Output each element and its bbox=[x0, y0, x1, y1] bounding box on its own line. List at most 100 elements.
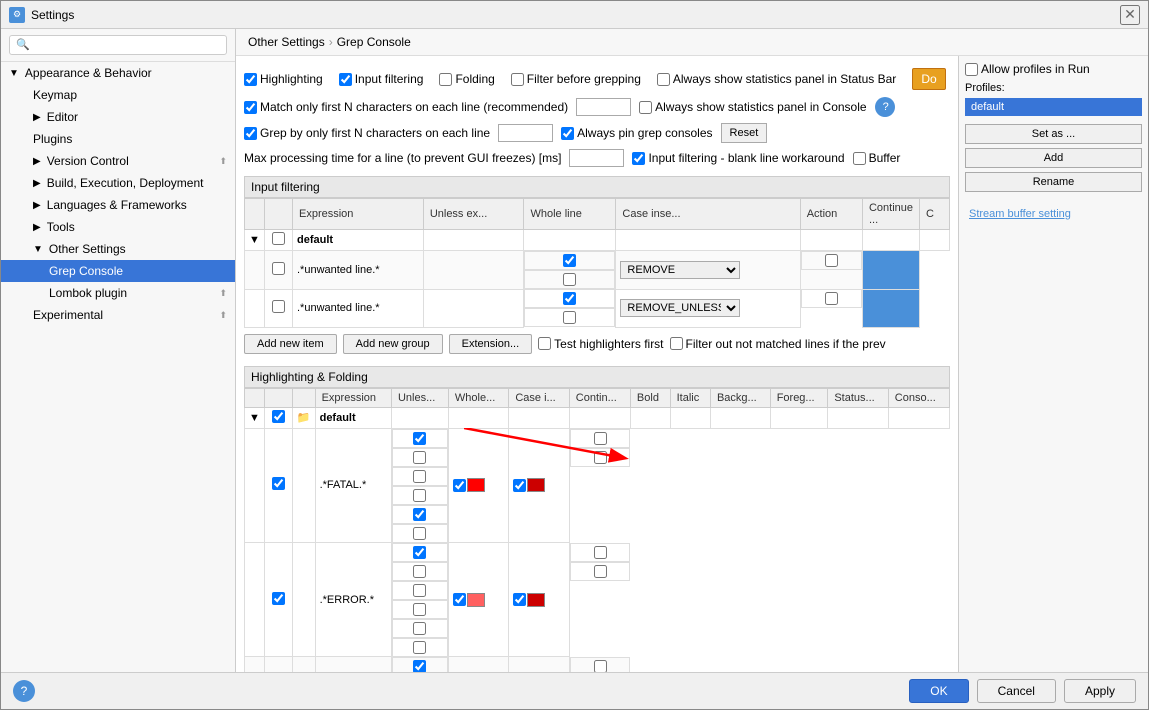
max-processing-input[interactable]: 1000 bbox=[569, 149, 624, 167]
fg-color-box[interactable] bbox=[527, 478, 545, 492]
sidebar-item-label: Plugins bbox=[33, 132, 72, 146]
input-filtering-table: Expression Unless ex... Whole line Case … bbox=[244, 198, 950, 328]
set-as-btn[interactable]: Set as ... bbox=[965, 124, 1142, 144]
grep-first-n-checkbox[interactable]: Grep by only first N characters on each … bbox=[244, 126, 490, 140]
col-bg: Backg... bbox=[710, 388, 770, 407]
unless-cell2 bbox=[392, 657, 448, 673]
profiles-label: Profiles: bbox=[965, 82, 1142, 94]
input-filtering-blank-checkbox[interactable]: Input filtering - blank line workaround bbox=[632, 151, 844, 165]
cancel-button[interactable]: Cancel bbox=[977, 679, 1056, 703]
check-cell bbox=[265, 289, 293, 327]
check-cell2 bbox=[264, 657, 292, 673]
buffer-checkbox[interactable]: Buffer bbox=[853, 151, 901, 165]
bg-color-box[interactable] bbox=[467, 478, 485, 492]
whole-cell bbox=[524, 251, 615, 270]
breadcrumb-separator: › bbox=[329, 35, 333, 49]
table-row: .*unwanted line.* REMOVE_UNLESS_PREVIO..… bbox=[245, 289, 950, 327]
contin-cell bbox=[392, 600, 448, 619]
unless-cell2 bbox=[392, 543, 448, 562]
sidebar-item-build[interactable]: ▶ Build, Execution, Deployment bbox=[1, 172, 235, 194]
sidebar-item-label: Experimental bbox=[33, 308, 103, 322]
col-c: C bbox=[920, 199, 950, 230]
add-new-group-btn-1[interactable]: Add new group bbox=[343, 334, 443, 354]
sidebar-item-tools[interactable]: ▶ Tools bbox=[1, 216, 235, 238]
expand-arrow: ▶ bbox=[33, 112, 41, 123]
folding-checkbox[interactable]: Folding bbox=[439, 72, 494, 86]
sidebar-item-other-settings[interactable]: ▼ Other Settings bbox=[1, 238, 235, 260]
action-select[interactable]: REMOVE bbox=[620, 261, 740, 279]
expr-cell2: .*ERROR.* bbox=[315, 543, 391, 657]
sidebar-item-experimental[interactable]: Experimental ⬆ bbox=[1, 304, 235, 326]
match-first-n-input[interactable]: 120 bbox=[576, 98, 631, 116]
ok-button[interactable]: OK bbox=[909, 679, 968, 703]
question-button[interactable]: ? bbox=[875, 97, 895, 117]
expand-icon[interactable]: ▼ bbox=[249, 234, 260, 246]
extension-btn[interactable]: Extension... bbox=[449, 334, 532, 354]
sidebar-item-version-control[interactable]: ▶ Version Control ⬆ bbox=[1, 150, 235, 172]
profiles-panel: Allow profiles in Run Profiles: default … bbox=[958, 56, 1148, 672]
input-filtering-checkbox[interactable]: Input filtering bbox=[339, 72, 424, 86]
bold-cell bbox=[630, 407, 670, 428]
apply-button[interactable]: Apply bbox=[1064, 679, 1136, 703]
filter-out-checkbox[interactable]: Filter out not matched lines if the prev bbox=[670, 334, 886, 354]
case-cell bbox=[524, 270, 615, 289]
sidebar-item-keymap[interactable]: Keymap bbox=[1, 84, 235, 106]
sidebar-item-label: Version Control bbox=[47, 154, 129, 168]
rename-btn[interactable]: Rename bbox=[965, 172, 1142, 192]
expr-cell2: .*WARN.* bbox=[315, 657, 391, 673]
do-button[interactable]: Do bbox=[912, 68, 945, 90]
bg-cell[interactable] bbox=[448, 657, 508, 673]
breadcrumb-part1: Other Settings bbox=[248, 35, 325, 49]
always-pin-checkbox[interactable]: Always pin grep consoles bbox=[561, 126, 712, 140]
col-check bbox=[265, 199, 293, 230]
settings-window: ⚙ Settings ✕ ▼ Appearance & Behavior Key… bbox=[0, 0, 1149, 710]
sidebar-item-languages[interactable]: ▶ Languages & Frameworks bbox=[1, 194, 235, 216]
filter-before-grepping-checkbox[interactable]: Filter before grepping bbox=[511, 72, 641, 86]
highlighting-table: Expression Unles... Whole... Case i... C… bbox=[244, 388, 950, 673]
action-select2[interactable]: REMOVE_UNLESS_PREVIO... bbox=[620, 299, 740, 317]
check-cell bbox=[265, 230, 293, 251]
highlighting-checkbox[interactable]: Highlighting bbox=[244, 72, 323, 86]
sidebar-item-lombok[interactable]: Lombok plugin ⬆ bbox=[1, 282, 235, 304]
col-fg: Foreg... bbox=[770, 388, 828, 407]
sidebar-item-label: Tools bbox=[47, 220, 75, 234]
expand-icon2[interactable]: ▼ bbox=[249, 412, 260, 424]
whole-cell2 bbox=[392, 562, 448, 581]
sidebar-item-label: Keymap bbox=[33, 88, 77, 102]
expand-cell2 bbox=[245, 428, 265, 543]
test-highlighters-checkbox[interactable]: Test highlighters first bbox=[538, 334, 663, 354]
bg-cell[interactable] bbox=[448, 543, 508, 657]
bg-cell[interactable] bbox=[448, 428, 508, 543]
add-new-item-btn-1[interactable]: Add new item bbox=[244, 334, 337, 354]
col-status: Status... bbox=[828, 388, 888, 407]
highlighting-header: Highlighting & Folding bbox=[244, 366, 950, 388]
profile-item-default[interactable]: default bbox=[965, 98, 1142, 116]
fg-color-box[interactable] bbox=[527, 593, 545, 607]
continue-cell bbox=[801, 251, 862, 270]
search-input[interactable] bbox=[9, 35, 227, 55]
folder-cell bbox=[292, 428, 315, 543]
reset-button[interactable]: Reset bbox=[721, 123, 768, 143]
col-expand2 bbox=[245, 388, 265, 407]
add-profile-btn[interactable]: Add bbox=[965, 148, 1142, 168]
status-cell bbox=[570, 429, 631, 448]
unless-cell2 bbox=[391, 407, 448, 428]
sidebar-item-plugins[interactable]: Plugins bbox=[1, 128, 235, 150]
bg-color-box[interactable] bbox=[467, 593, 485, 607]
match-first-n-checkbox[interactable]: Match only first N characters on each li… bbox=[244, 100, 568, 114]
expr-cell2: .*FATAL.* bbox=[315, 428, 391, 543]
grep-first-n-input[interactable]: 1000 bbox=[498, 124, 553, 142]
unless-cell bbox=[423, 289, 524, 327]
unless-cell bbox=[423, 230, 524, 251]
col-conso: Conso... bbox=[888, 388, 949, 407]
always-show-stats-checkbox[interactable]: Always show statistics panel in Status B… bbox=[657, 72, 896, 86]
max-processing-label: Max processing time for a line (to preve… bbox=[244, 151, 561, 165]
close-button[interactable]: ✕ bbox=[1120, 5, 1140, 25]
help-button[interactable]: ? bbox=[13, 680, 35, 702]
sidebar-item-label: Appearance & Behavior bbox=[25, 66, 152, 80]
sidebar-item-appearance[interactable]: ▼ Appearance & Behavior bbox=[1, 62, 235, 84]
sidebar-item-grep-console[interactable]: Grep Console bbox=[1, 260, 235, 282]
always-show-console-checkbox[interactable]: Always show statistics panel in Console bbox=[639, 100, 866, 114]
sidebar-item-editor[interactable]: ▶ Editor bbox=[1, 106, 235, 128]
allow-profiles-checkbox[interactable]: Allow profiles in Run bbox=[965, 62, 1142, 76]
